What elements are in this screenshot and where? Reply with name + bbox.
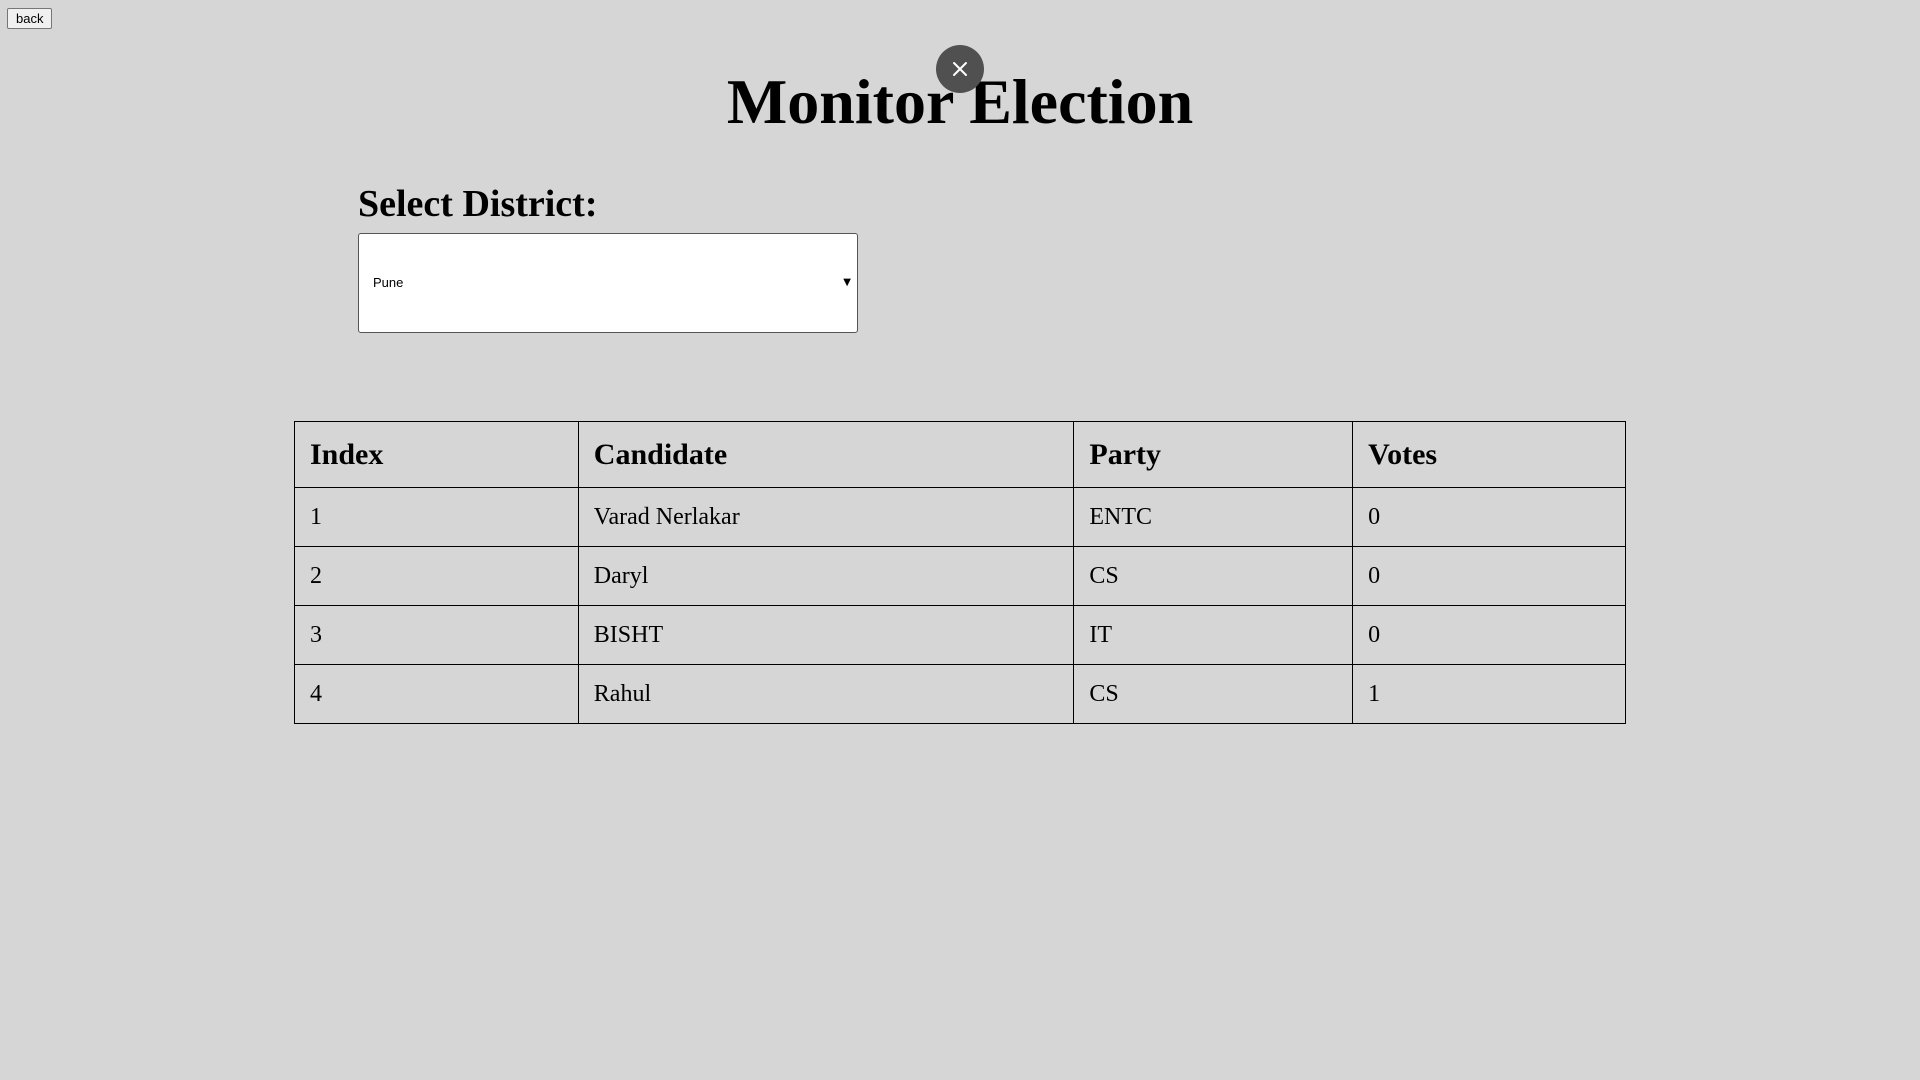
chevron-down-icon: ▼ — [843, 277, 851, 288]
district-label: Select District: — [358, 183, 598, 225]
district-select-value: Pune — [373, 275, 404, 290]
column-header-candidate: Candidate — [577, 421, 1075, 488]
cell-candidate: Varad Nerlakar — [577, 487, 1075, 547]
cell-index: 2 — [294, 546, 579, 606]
cell-index: 1 — [294, 487, 579, 547]
results-table: Index Candidate Party Votes 1 Varad Nerl… — [294, 421, 1626, 724]
table-row: 1 Varad Nerlakar ENTC 0 — [294, 487, 1626, 547]
table-row: 4 Rahul CS 1 — [294, 664, 1626, 724]
cell-index: 4 — [294, 664, 579, 724]
cell-party: CS — [1073, 546, 1354, 606]
cell-party: IT — [1073, 605, 1354, 665]
back-button[interactable]: back — [7, 8, 53, 29]
close-icon — [953, 62, 967, 76]
cell-party: ENTC — [1073, 487, 1354, 547]
table-header-row: Index Candidate Party Votes — [294, 421, 1626, 488]
cell-votes: 0 — [1352, 605, 1626, 665]
table-row: 3 BISHT IT 0 — [294, 605, 1626, 665]
cell-candidate: Rahul — [577, 664, 1075, 724]
cell-candidate: Daryl — [577, 546, 1075, 606]
column-header-votes: Votes — [1352, 421, 1626, 488]
table-row: 2 Daryl CS 0 — [294, 546, 1626, 606]
page: back Monitor Election Select District: P… — [0, 0, 1920, 1080]
cell-votes: 0 — [1352, 546, 1626, 606]
column-header-party: Party — [1073, 421, 1354, 488]
column-header-index: Index — [294, 421, 579, 488]
cell-party: CS — [1073, 664, 1354, 724]
cell-candidate: BISHT — [577, 605, 1075, 665]
cell-votes: 0 — [1352, 487, 1626, 547]
cell-votes: 1 — [1352, 664, 1626, 724]
district-select[interactable]: Pune ▼ — [358, 233, 858, 333]
cell-index: 3 — [294, 605, 579, 665]
close-button[interactable] — [936, 45, 984, 93]
